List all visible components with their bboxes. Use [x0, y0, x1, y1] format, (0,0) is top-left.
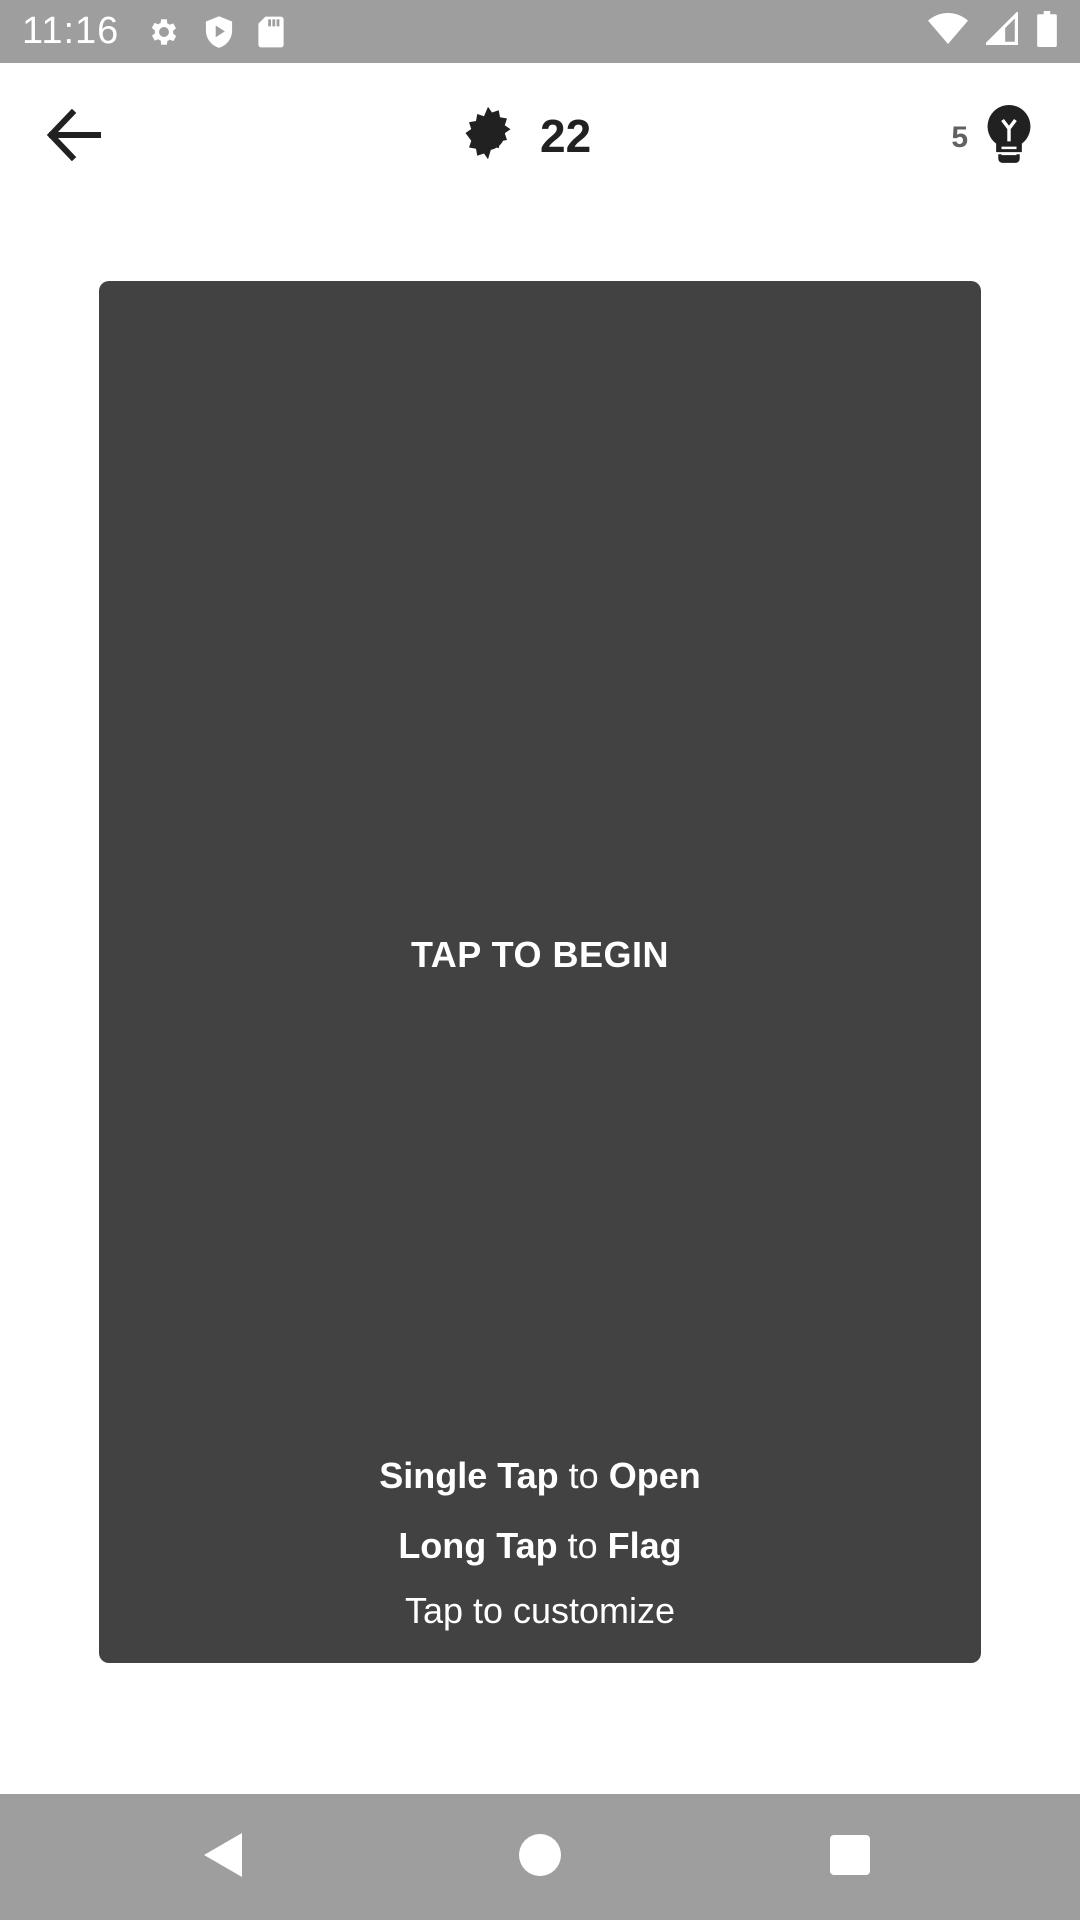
instruction-connector: to [568, 1455, 599, 1496]
battery-icon [1036, 11, 1058, 52]
single-tap-instruction: Single Tap to Open [0, 1455, 1080, 1497]
mine-icon [458, 103, 518, 168]
arrow-left-icon [46, 108, 102, 166]
recents-square-icon [830, 1834, 870, 1880]
hint-count: 5 [951, 120, 968, 154]
home-circle-icon [519, 1833, 561, 1881]
gear-icon [147, 15, 181, 49]
instruction-connector: to [567, 1525, 598, 1566]
nav-back-button[interactable] [184, 1824, 264, 1890]
shield-play-icon [203, 15, 235, 49]
long-tap-instruction: Long Tap to Flag [0, 1525, 1080, 1567]
instruction-result: Open [608, 1455, 701, 1496]
nav-recents-button[interactable] [810, 1824, 890, 1890]
navigation-bar [0, 1794, 1080, 1920]
hint-button[interactable]: 5 [951, 105, 1032, 170]
tap-to-begin-label: TAP TO BEGIN [410, 934, 670, 975]
mine-count: 22 [540, 109, 592, 162]
status-right-icons [928, 10, 1058, 52]
nav-home-button[interactable] [500, 1824, 580, 1890]
back-button[interactable] [36, 105, 112, 169]
app-bar: 22 5 [0, 63, 1080, 211]
lightbulb-icon [986, 105, 1032, 170]
instruction-action: Single Tap [379, 1455, 559, 1496]
status-bar: 11:16 [0, 0, 1080, 63]
status-time: 11:16 [22, 10, 120, 52]
sd-card-icon [257, 15, 285, 49]
instruction-action: Long Tap [398, 1525, 558, 1566]
wifi-icon [928, 12, 968, 51]
instruction-result: Flag [607, 1525, 682, 1566]
customize-link[interactable]: Tap to customize [0, 1590, 1080, 1632]
mine-counter: 22 [458, 103, 591, 168]
back-triangle-icon [202, 1831, 246, 1884]
signal-icon [983, 10, 1018, 51]
